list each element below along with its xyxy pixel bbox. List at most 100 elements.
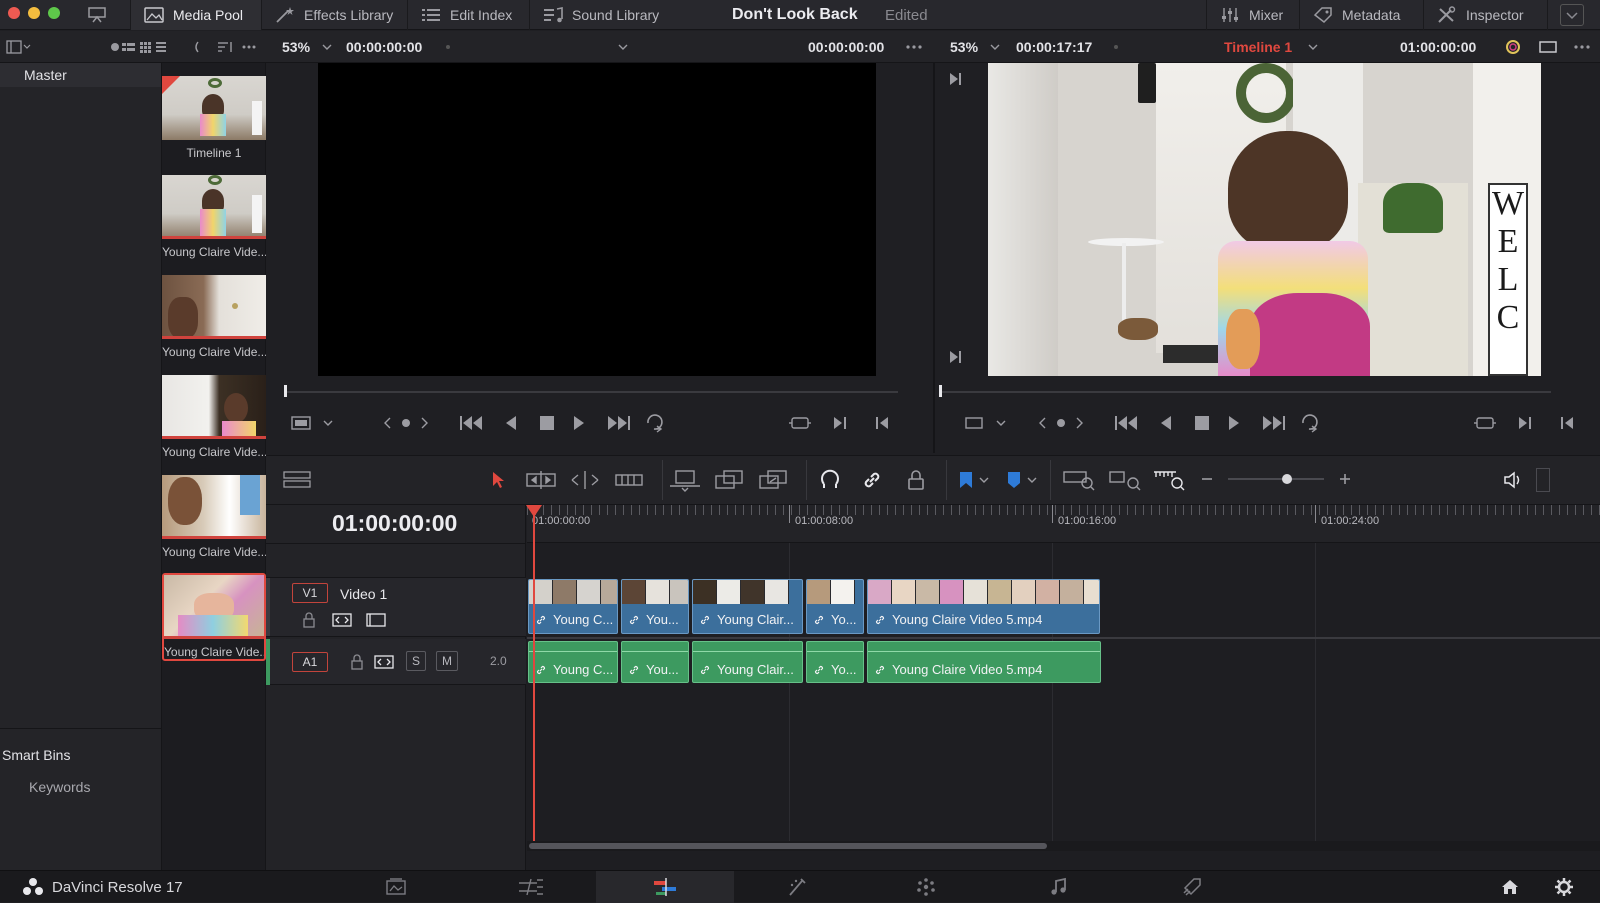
transport-controls[interactable] [1113,413,1323,433]
track-id-a1[interactable]: A1 [292,652,328,672]
source-playhead[interactable] [284,385,287,397]
audio-clip[interactable]: Young C... [528,641,618,683]
viewer-transform-icon[interactable] [963,415,1011,431]
color-wheel-icon[interactable] [1504,38,1522,56]
flag-icon[interactable] [956,470,990,490]
timeline-scrollbar-thumb[interactable] [529,843,1047,849]
chevron-down-icon[interactable] [616,40,630,54]
track-output-icon[interactable] [366,612,386,628]
effects-library-button[interactable]: Effects Library [262,0,408,30]
more-options-icon[interactable] [1572,40,1592,54]
trim-tool-icon[interactable] [524,470,558,490]
chevron-down-icon[interactable] [1306,40,1320,54]
snapping-icon[interactable] [818,468,842,492]
jog-control-icon[interactable] [382,415,430,431]
replace-clip-icon[interactable] [756,468,790,492]
blade-tool-icon[interactable] [614,470,644,490]
marker-icon[interactable] [1004,470,1038,490]
selection-tool-icon[interactable] [490,470,508,490]
zoom-out-icon[interactable] [1200,472,1214,486]
cut-page-icon[interactable] [517,877,545,897]
more-options-icon[interactable] [904,40,924,54]
edit-page-tab-active[interactable] [596,871,734,903]
audio-clip[interactable]: Yo... [806,641,864,683]
fusion-page-icon[interactable] [786,877,808,897]
source-clip-mode-icon[interactable] [290,415,338,431]
zoom-slider-thumb[interactable] [1282,474,1292,484]
skip-to-end-icon[interactable] [947,71,963,87]
zoom-full-icon[interactable] [1062,468,1096,492]
viewer-layout-icon[interactable] [1538,39,1558,55]
close-window-button[interactable] [8,7,20,19]
audio-clip[interactable]: Young Claire Video 5.mp4 [867,641,1101,683]
clip-thumbnail[interactable]: Timeline 1 [162,76,266,160]
mixer-button[interactable]: Mixer [1206,0,1300,30]
keywords-bin[interactable]: Keywords [29,779,90,795]
timeline-zoom[interactable]: 53% [950,39,978,55]
sort-icons[interactable] [192,40,262,54]
timeline-playhead-mini[interactable] [939,385,942,397]
gear-icon[interactable] [1554,877,1574,897]
clip-thumbnail-selected[interactable]: Young Claire Vide... [162,573,266,661]
timeline-ruler[interactable]: 01:00:00:00 01:00:08:00 01:00:16:00 01:0… [527,505,1600,543]
chevron-down-icon[interactable] [988,40,1002,54]
timeline-name[interactable]: Timeline 1 [1224,39,1292,55]
panel-layout-icon[interactable] [6,39,32,55]
media-pool-button[interactable]: Media Pool [130,0,262,30]
insert-clip-icon[interactable] [668,468,702,492]
inspector-button[interactable]: Inspector [1424,0,1548,30]
position-lock-icon[interactable] [904,468,928,492]
video-clip[interactable]: Yo... [806,579,864,634]
collapse-panels-button[interactable] [1560,4,1584,26]
skip-to-end-icon[interactable] [947,349,963,365]
workspace-icon[interactable] [86,5,108,25]
source-viewer-canvas[interactable] [318,63,876,376]
audio-clip[interactable]: You... [621,641,689,683]
clip-thumbnail[interactable]: Young Claire Vide... [162,475,266,559]
view-mode-icons[interactable] [110,40,180,54]
source-scrubber[interactable] [284,391,898,393]
metadata-button[interactable]: Metadata [1300,0,1424,30]
timeline-scrubber[interactable] [939,391,1551,393]
master-bin[interactable]: Master [0,63,161,87]
media-page-icon[interactable] [385,877,407,897]
maximize-window-button[interactable] [48,7,60,19]
chevron-down-icon[interactable] [320,40,334,54]
timeline-viewer-canvas[interactable]: WELC [988,63,1541,376]
zoom-detail-icon[interactable] [1108,468,1142,492]
dynamic-trim-icon[interactable] [568,470,602,490]
linked-selection-icon[interactable] [860,468,884,492]
volume-icon[interactable] [1502,470,1524,490]
home-icon[interactable] [1500,877,1520,897]
track-id-v1[interactable]: V1 [292,583,328,603]
overwrite-clip-icon[interactable] [712,468,746,492]
clip-thumbnail[interactable]: Young Claire Vide... [162,275,266,359]
deliver-page-icon[interactable] [1180,877,1202,897]
audio-meter-toggle[interactable] [1536,468,1550,492]
mute-button[interactable]: M [436,651,458,671]
video-track-name[interactable]: Video 1 [340,586,387,602]
zoom-in-icon[interactable] [1338,472,1352,486]
zoom-slider-track[interactable] [1228,478,1324,480]
jog-control-icon[interactable] [1037,415,1085,431]
timeline-view-options-icon[interactable] [282,470,312,490]
zoom-custom-icon[interactable] [1152,468,1186,492]
color-page-icon[interactable] [915,877,937,897]
source-zoom[interactable]: 53% [282,39,310,55]
video-clip[interactable]: Young C... [528,579,618,634]
sound-library-button[interactable]: Sound Library [530,0,682,30]
minimize-window-button[interactable] [28,7,40,19]
lock-icon[interactable] [302,612,316,628]
clip-thumbnail[interactable]: Young Claire Vide... [162,375,266,459]
solo-button[interactable]: S [406,651,426,671]
clip-thumbnail[interactable]: Young Claire Vide... [162,175,266,259]
auto-track-select-icon[interactable] [374,654,394,670]
edit-index-button[interactable]: Edit Index [408,0,530,30]
transport-controls[interactable] [458,413,668,433]
lock-icon[interactable] [350,654,364,670]
match-frame-controls[interactable] [1473,415,1583,431]
playhead-line[interactable] [533,511,535,841]
video-clip[interactable]: Young Clair... [692,579,803,634]
audio-clip[interactable]: Young Clair... [692,641,803,683]
video-clip[interactable]: Young Claire Video 5.mp4 [867,579,1100,634]
